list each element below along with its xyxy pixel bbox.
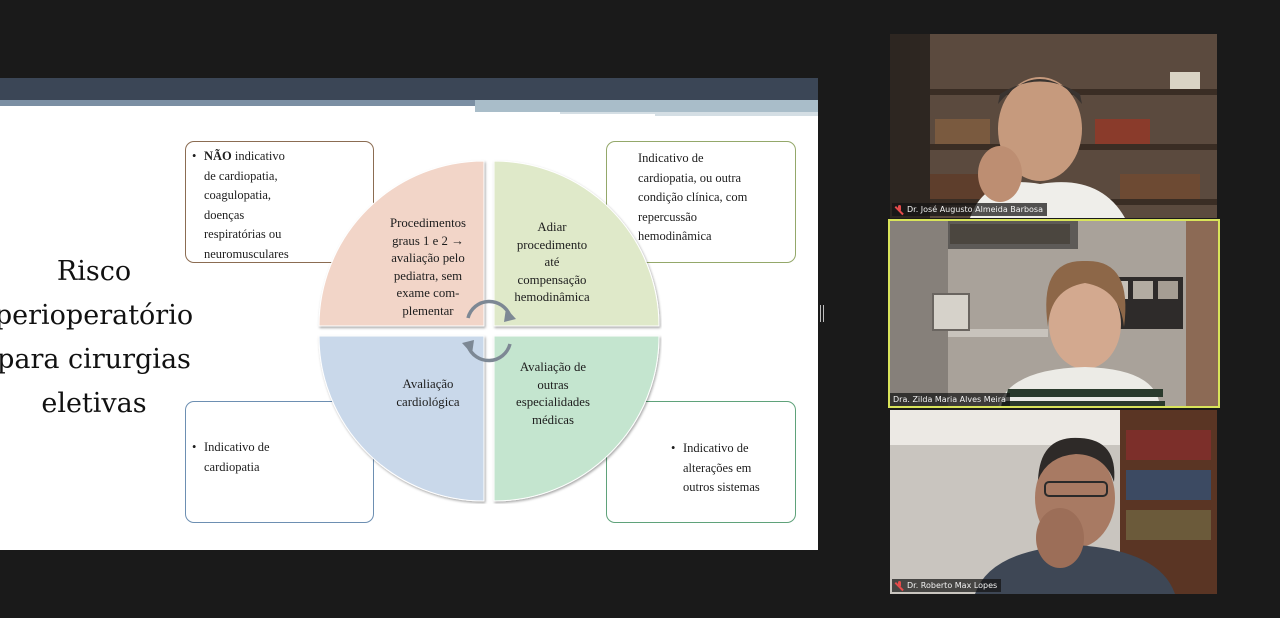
slide-title-line: eletivas — [41, 388, 147, 419]
slide-title-line: para cirurgias — [0, 344, 191, 375]
participant-name-label: Dr. Roberto Max Lopes — [892, 579, 1002, 592]
slide-title-line: perioperatório — [0, 300, 194, 331]
cycle-diagram — [318, 160, 660, 502]
text-line: de cardiopatia, — [204, 168, 278, 183]
participant-tile[interactable]: Dr. José Augusto Almeida Barbosa — [890, 34, 1217, 218]
bullet-dot: • — [192, 149, 197, 163]
participant-tile[interactable]: Dr. Roberto Max Lopes — [890, 410, 1217, 594]
text-line: Avaliação — [402, 377, 454, 391]
text-line: indicativo — [231, 149, 285, 163]
text-line: respiratórias ou — [204, 227, 282, 241]
text-line: plementar — [402, 303, 454, 318]
text-line: Indicativo de — [204, 440, 270, 454]
text-line: graus 1 e 2 → — [392, 233, 464, 248]
text-line: cardiopatia — [204, 459, 260, 474]
text-line: exame com- — [396, 286, 460, 300]
text-line: outras — [537, 377, 569, 392]
mic-muted-icon — [895, 581, 904, 590]
text-line: Procedimentos — [389, 216, 467, 230]
text-line: doenças — [204, 207, 245, 222]
text-line: especialidades — [516, 395, 590, 409]
video-feed — [890, 410, 1217, 594]
video-feed — [890, 34, 1217, 218]
text-line: até — [544, 255, 560, 269]
participant-name-label: Dr. José Augusto Almeida Barbosa — [892, 203, 1047, 216]
text-line: Avaliação de — [519, 360, 587, 374]
bold-text: NÃO — [204, 149, 232, 163]
quadrant-bottom-left — [318, 335, 485, 502]
text-line: hemodinâmica — [514, 290, 590, 304]
participant-name: Dr. Roberto Max Lopes — [907, 581, 998, 590]
mic-muted-icon — [895, 205, 904, 214]
text-line: coagulopatia, — [204, 188, 271, 202]
participant-name: Dra. Zilda Maria Alves Meira — [893, 395, 1006, 404]
shared-screen-slide: Risco perioperatório para cirurgias elet… — [0, 78, 818, 550]
participant-tile-active-speaker[interactable]: Dra. Zilda Maria Alves Meira — [888, 219, 1220, 408]
text-line: pediatra, sem — [393, 268, 463, 283]
bullet-text: Indicativo de alterações em outros siste… — [683, 439, 760, 498]
bullet-text: Indicativo de cardiopatia — [204, 438, 270, 477]
quadrant-text-bottom-right: Avaliação de outras especialidades médic… — [505, 359, 601, 429]
text-line: alterações em — [683, 460, 752, 475]
text-line: médicas — [532, 412, 574, 427]
slide-title-line: Risco — [56, 256, 132, 287]
panel-resize-handle[interactable] — [820, 305, 824, 322]
text-line: cardiológica — [396, 394, 460, 409]
slide-header-accent-line-2 — [655, 112, 818, 116]
participant-name: Dr. José Augusto Almeida Barbosa — [907, 205, 1043, 214]
text-line: procedimento — [516, 237, 588, 252]
active-speaker-border — [888, 219, 1220, 408]
text-line: Adiar — [537, 220, 567, 234]
quadrant-text-top-right: Adiar procedimento até compensação hemod… — [505, 219, 599, 307]
participant-name-label: Dra. Zilda Maria Alves Meira — [890, 393, 1010, 406]
slide-header-accent-line — [560, 112, 655, 114]
slide-title: Risco perioperatório para cirurgias elet… — [0, 250, 204, 426]
bullet-dot: • — [192, 440, 197, 454]
slide-header-band — [0, 78, 818, 100]
text-line: avaliação pelo — [391, 251, 465, 265]
bullet-text: NÃO indicativo de cardiopatia, coagulopa… — [204, 147, 289, 264]
text-line: compensação — [517, 272, 587, 287]
bullet-item: • Indicativo de alterações em outros sis… — [671, 439, 785, 498]
quadrant-text-bottom-left: Avaliação cardiológica — [382, 376, 474, 411]
text-line: outros sistemas — [683, 480, 760, 494]
text-line: neuromusculares — [204, 246, 289, 261]
text-line: Indicativo de — [683, 441, 749, 455]
bullet-dot: • — [671, 441, 676, 455]
quadrant-text-top-left: Procedimentos graus 1 e 2 → avaliação pe… — [382, 215, 474, 320]
slide-header-accent — [475, 100, 818, 112]
